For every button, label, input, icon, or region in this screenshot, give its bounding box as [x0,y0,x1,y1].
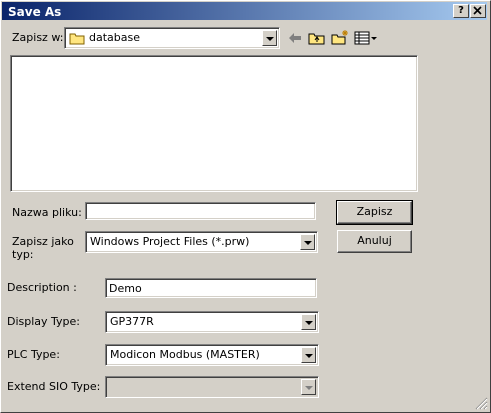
chevron-down-icon[interactable] [301,314,316,330]
up-folder-icon [308,33,325,45]
display-type-combo[interactable]: GP377R [105,311,319,333]
plc-type-value: Modicon Modbus (MASTER) [110,348,260,361]
description-label: Description : [7,281,77,294]
save-as-type-combo[interactable]: Windows Project Files (*.prw) [85,231,318,253]
chevron-down-icon[interactable] [262,30,277,46]
display-type-value: GP377R [110,315,154,328]
close-icon [473,6,482,15]
save-as-type-value: Windows Project Files (*.prw) [90,235,250,248]
cancel-button[interactable]: Anuluj [337,230,412,253]
views-menu-icon [354,31,377,45]
file-name-input[interactable] [85,202,316,220]
chevron-down-icon[interactable] [300,234,315,250]
back-button[interactable] [285,28,305,48]
description-input[interactable] [105,278,317,298]
folder-icon [69,31,85,48]
help-button[interactable]: ? [453,4,469,18]
dialog-title: Save As [8,5,62,19]
save-in-combo[interactable]: database [64,27,280,49]
plc-type-combo[interactable]: Modicon Modbus (MASTER) [105,344,319,366]
save-button[interactable]: Zapisz [336,200,413,225]
views-menu-button[interactable] [353,28,379,48]
new-folder-button[interactable] [330,28,350,48]
resize-grip[interactable] [474,396,488,410]
extend-sio-type-combo [105,376,319,398]
plc-type-label: PLC Type: [7,348,60,361]
extend-sio-type-label: Extend SIO Type: [7,380,101,393]
file-name-label: Nazwa pliku: [12,206,82,219]
file-list[interactable] [10,55,418,192]
up-folder-button[interactable] [307,28,327,48]
save-in-value: database [89,31,140,44]
save-as-type-label-line1: Zapisz jako [12,235,74,248]
chevron-down-icon [301,379,316,395]
resize-grip-icon [475,397,488,410]
save-in-label: Zapisz w: [12,31,64,44]
display-type-label: Display Type: [7,315,81,328]
back-arrow-icon [289,33,301,43]
chevron-down-icon[interactable] [301,347,316,363]
title-bar[interactable]: Save As [2,2,487,20]
close-button[interactable] [470,4,486,18]
save-as-type-label-line2: typ: [12,248,34,261]
new-folder-icon [331,30,348,45]
